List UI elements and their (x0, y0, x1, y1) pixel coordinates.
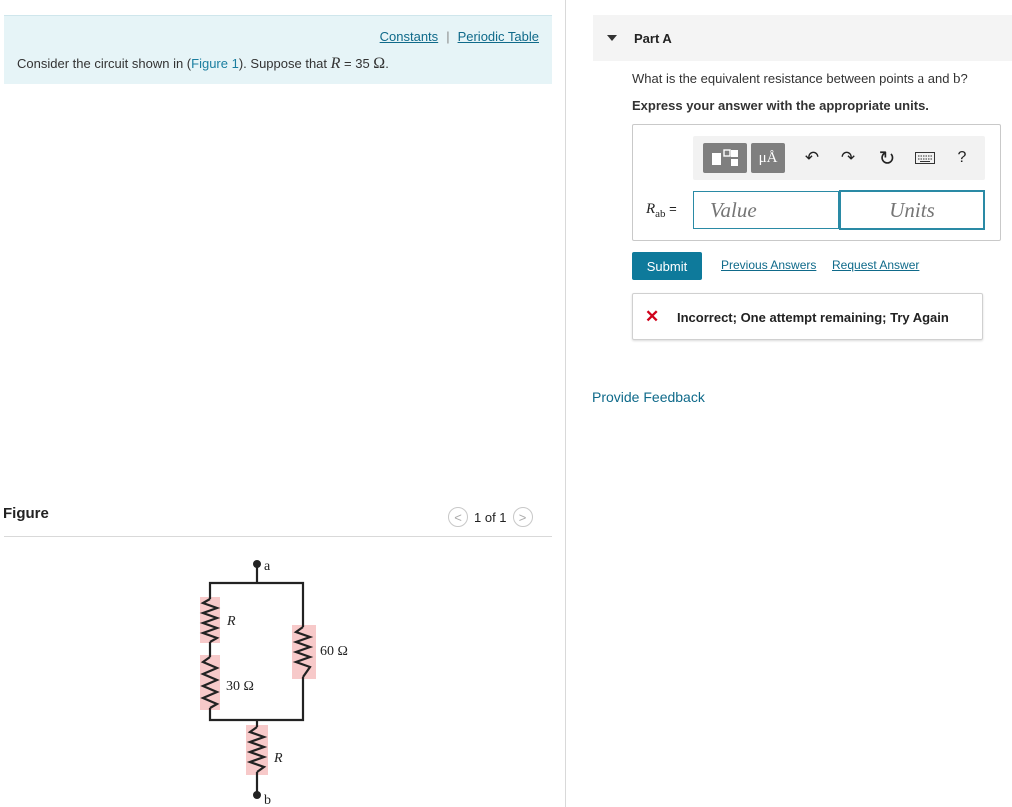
undo-icon[interactable]: ↶ (801, 143, 823, 173)
incorrect-x-icon: ✕ (645, 307, 660, 326)
problem-statement: Consider the circuit shown in (Figure 1)… (17, 55, 389, 73)
collapse-triangle-icon[interactable] (607, 35, 617, 41)
label-node-b: b (264, 793, 271, 807)
help-icon[interactable]: ? (951, 143, 973, 173)
label-resistor-30-ohm: 30 Ω (226, 679, 254, 694)
figure-pager: < 1 of 1 > (448, 507, 533, 527)
point-b: b (953, 71, 961, 87)
answer-instruction: Express your answer with the appropriate… (632, 98, 929, 113)
intro-prefix: Consider the circuit shown in ( (17, 56, 192, 71)
figure-title: Figure (3, 505, 49, 522)
constants-link[interactable]: Constants (380, 29, 439, 44)
label-resistor-r-left: R (226, 614, 236, 629)
part-a-label[interactable]: Part A (634, 31, 672, 46)
question-and: and (924, 71, 954, 86)
answer-label-sub: ab (655, 208, 666, 220)
question-suffix: ? (960, 71, 968, 86)
previous-figure-button[interactable]: < (448, 507, 468, 527)
request-answer-link[interactable]: Request Answer (832, 258, 919, 272)
intro-equals: = 35 (340, 56, 374, 71)
ohm-unit: Ω (373, 55, 386, 72)
label-resistor-60-ohm: 60 Ω (320, 644, 348, 659)
circuit-diagram: a b R 30 Ω 60 Ω R (199, 559, 348, 807)
keyboard-icon[interactable] (913, 143, 937, 173)
answer-label: Rab = (646, 201, 677, 220)
label-resistor-r-bottom: R (273, 751, 283, 766)
question-text: What is the equivalent resistance betwee… (632, 71, 968, 88)
intro-middle: ). Suppose that (238, 56, 331, 71)
figure-divider (4, 536, 552, 537)
feedback-text: Incorrect; One attempt remaining; Try Ag… (677, 310, 949, 325)
answer-label-var: R (646, 201, 656, 217)
previous-answers-link[interactable]: Previous Answers (721, 258, 816, 272)
next-figure-button[interactable]: > (512, 507, 533, 527)
problem-intro-panel: Constants | Periodic Table Consider the ci… (4, 15, 552, 84)
answer-label-equals: = (665, 201, 677, 216)
units-input[interactable] (839, 190, 985, 230)
column-divider (565, 0, 566, 807)
figure-1-link[interactable]: Figure 1 (191, 56, 239, 71)
units-icon[interactable]: μÅ (751, 143, 785, 173)
redo-icon[interactable]: ↷ (837, 143, 859, 173)
templates-glyph-icon (712, 149, 738, 166)
value-input[interactable] (693, 191, 839, 229)
node-a-terminal (253, 560, 261, 568)
resistance-variable: R (330, 55, 341, 72)
intro-suffix: . (385, 56, 389, 71)
templates-icon[interactable] (703, 143, 747, 173)
feedback-message: ✕ Incorrect; One attempt remaining; Try … (632, 293, 983, 340)
provide-feedback-link[interactable]: Provide Feedback (592, 389, 705, 405)
link-separator: | (446, 29, 450, 44)
question-prefix: What is the equivalent resistance betwee… (632, 71, 918, 86)
periodic-table-link[interactable]: Periodic Table (458, 29, 539, 44)
figure-page-count: 1 of 1 (474, 509, 507, 525)
keyboard-glyph-icon (915, 152, 935, 164)
submit-button[interactable]: Submit (632, 252, 702, 280)
label-node-a: a (264, 559, 271, 574)
math-toolbar: μÅ ↶ ↷ ↻ ? (693, 136, 985, 180)
resource-links: Constants | Periodic Table (380, 29, 539, 44)
reset-icon[interactable]: ↻ (875, 143, 899, 173)
node-b-terminal (253, 791, 261, 799)
